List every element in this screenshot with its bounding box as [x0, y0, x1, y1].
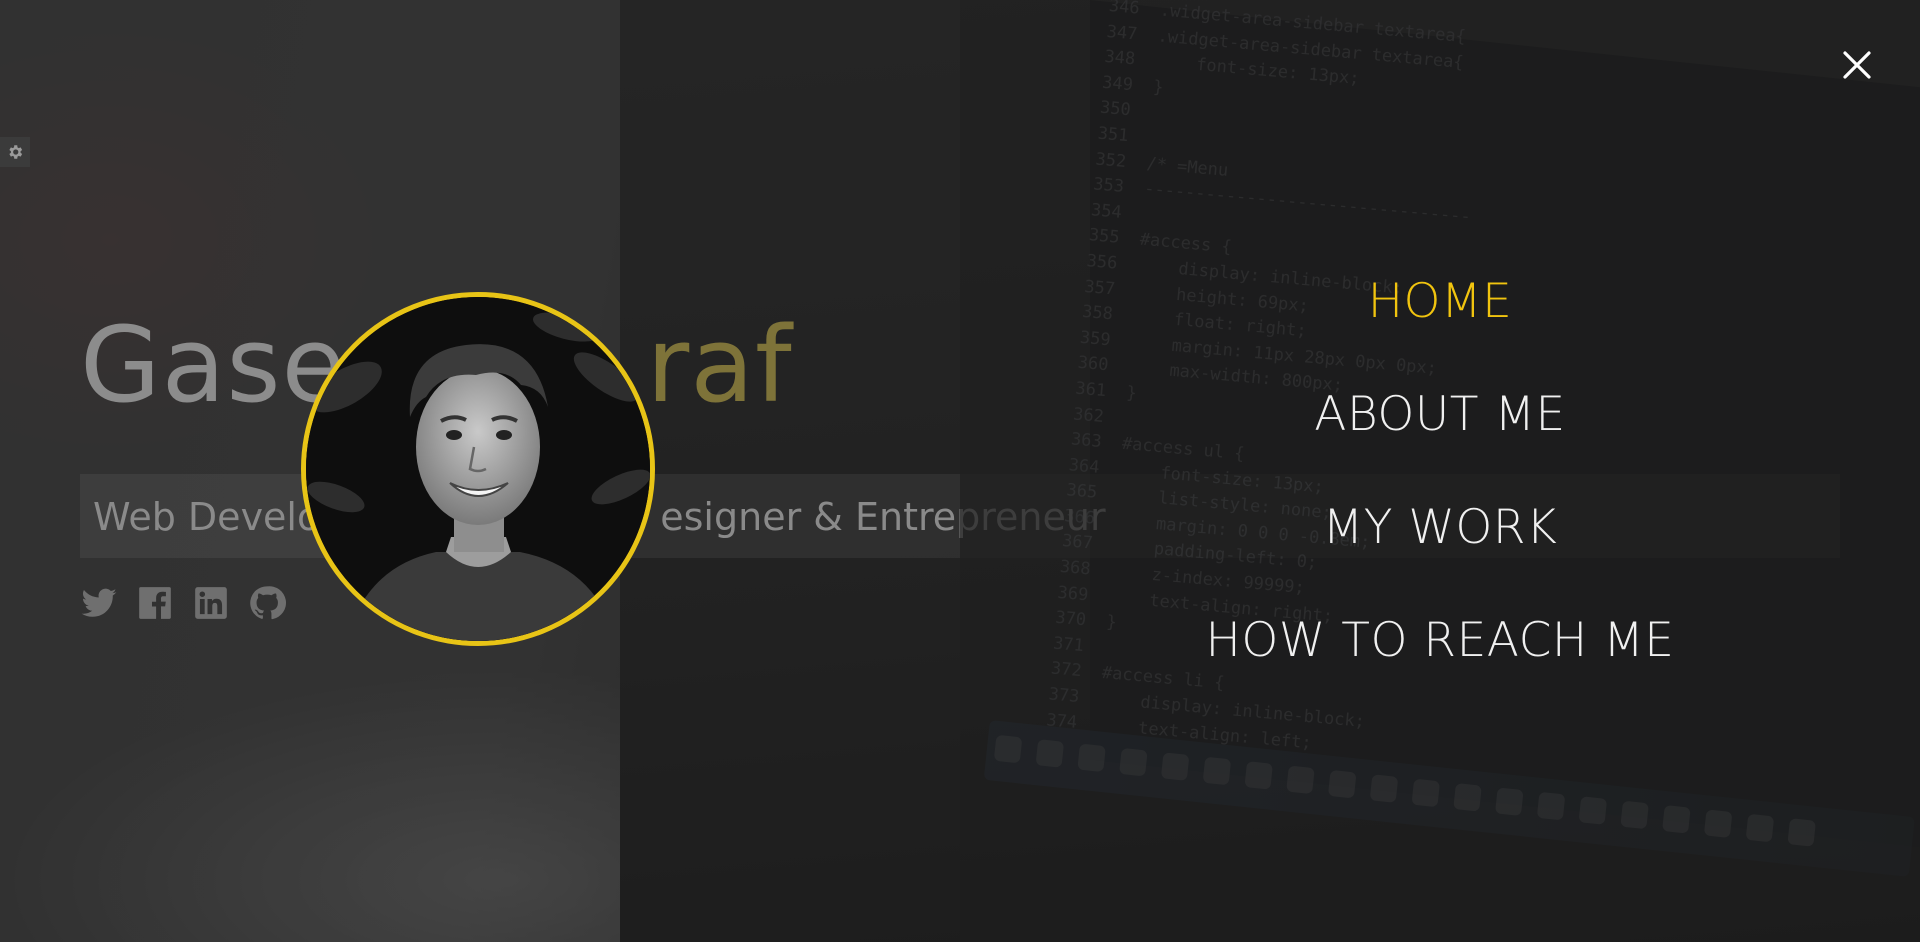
nav-link-contact[interactable]: HOW TO REACH ME [1206, 611, 1675, 671]
social-links [80, 584, 286, 622]
nav-menu: HOME ABOUT ME MY WORK HOW TO REACH ME [960, 272, 1920, 724]
twitter-icon[interactable] [80, 584, 118, 622]
hero-name-last: raf [646, 304, 793, 426]
nav-link-home[interactable]: HOME [1368, 272, 1513, 332]
linkedin-icon[interactable] [192, 584, 230, 622]
avatar [301, 292, 655, 646]
nav-item-contact: HOW TO REACH ME [960, 611, 1920, 724]
close-icon[interactable] [1836, 44, 1878, 86]
hero-tagline-left: Web Develo [93, 495, 321, 539]
nav-link-work[interactable]: MY WORK [1323, 498, 1558, 558]
nav-item-about: ABOUT ME [960, 385, 1920, 498]
github-icon[interactable] [248, 584, 286, 622]
nav-item-work: MY WORK [960, 498, 1920, 611]
facebook-icon[interactable] [136, 584, 174, 622]
nav-item-home: HOME [960, 272, 1920, 385]
nav-link-about[interactable]: ABOUT ME [1314, 385, 1565, 445]
hero-name-first: Gase [80, 304, 347, 426]
gear-icon[interactable] [0, 137, 30, 167]
